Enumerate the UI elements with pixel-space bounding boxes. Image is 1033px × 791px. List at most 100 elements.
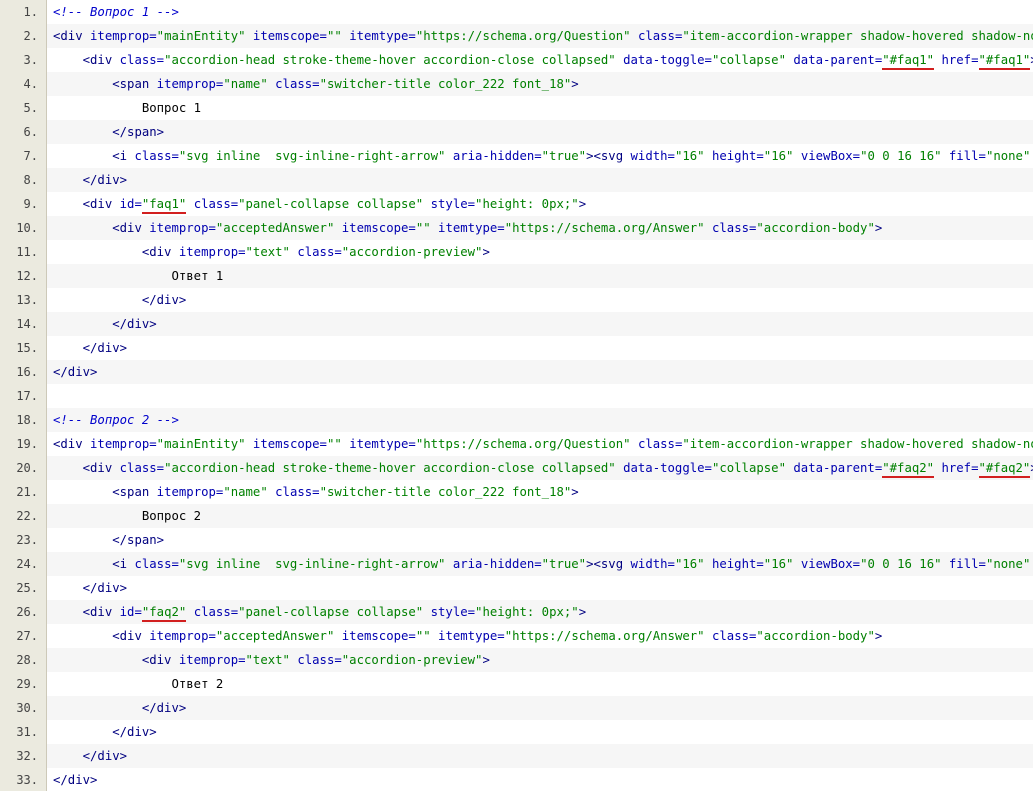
- html-tag: <i: [112, 149, 128, 163]
- attribute-name: aria-hidden=: [452, 149, 542, 163]
- line-content: </div>: [47, 168, 1033, 192]
- text-node: [112, 197, 119, 211]
- text-node: [793, 149, 800, 163]
- code-line: 6. </span>: [0, 120, 1033, 144]
- code-listing: 1. <!-- Вопрос 1 --> 2. <div itemprop="main…: [0, 0, 1033, 791]
- text-node: [445, 149, 452, 163]
- highlighted-value: "#faq1": [978, 53, 1031, 70]
- line-content: </span>: [47, 528, 1033, 552]
- code-line: 21. <span itemprop="name" class="switche…: [0, 480, 1033, 504]
- comment: <!-- Вопрос 1 -->: [53, 5, 179, 19]
- line-number: 14.: [16, 317, 38, 331]
- attribute-name: class=: [193, 197, 239, 211]
- line-content: <div id="faq2" class="panel-collapse col…: [47, 600, 1033, 624]
- code-line: 18. <!-- Вопрос 2 -->: [0, 408, 1033, 432]
- html-tag: </div>: [82, 749, 128, 763]
- line-number: 17.: [16, 389, 38, 403]
- html-tag: <div: [112, 221, 142, 235]
- line-content: <i class="svg inline svg-inline-right-ar…: [47, 552, 1033, 576]
- html-tag: ><svg: [586, 149, 624, 163]
- line-number: 26.: [16, 605, 38, 619]
- text-node: Ответ 2: [171, 677, 224, 691]
- attribute-name: fill=: [948, 557, 986, 571]
- code-line: 25. </div>: [0, 576, 1033, 600]
- line-number: 2.: [23, 29, 38, 43]
- attribute-value: "https://schema.org/Question": [415, 29, 631, 43]
- html-tag: </span>: [112, 125, 165, 139]
- line-content: <span itemprop="name" class="switcher-ti…: [47, 72, 1033, 96]
- line-number: 23.: [16, 533, 38, 547]
- code-line: 20. <div class="accordion-head stroke-th…: [0, 456, 1033, 480]
- code-viewer: 1. <!-- Вопрос 1 --> 2. <div itemprop="main…: [0, 0, 1033, 791]
- line-number: 16.: [16, 365, 38, 379]
- attribute-name: class=: [119, 53, 165, 67]
- attribute-name: data-parent=: [793, 461, 883, 475]
- attribute-value: "0 0 16 16": [860, 557, 942, 571]
- attribute-name: itemprop=: [178, 653, 246, 667]
- attribute-value: "name": [223, 77, 268, 91]
- attribute-name: viewBox=: [800, 557, 861, 571]
- attribute-name: id=: [119, 605, 142, 619]
- html-tag: <div: [82, 53, 113, 67]
- text-node: [431, 629, 438, 643]
- attribute-value: "text": [245, 245, 290, 259]
- line-content: Ответ 2: [47, 672, 1033, 696]
- attribute-name: class=: [193, 605, 239, 619]
- attribute-value: "mainEntity": [156, 29, 246, 43]
- attribute-name: data-toggle=: [623, 53, 712, 67]
- attribute-value: "0 0 16 16": [860, 149, 942, 163]
- code-line: 8. </div>: [0, 168, 1033, 192]
- attribute-name: height=: [711, 557, 764, 571]
- html-tag: <div: [82, 605, 113, 619]
- attribute-value: "svg inline svg-inline-right-arrow": [178, 557, 446, 571]
- attribute-value: "": [326, 29, 342, 43]
- line-content: </div>: [47, 576, 1033, 600]
- line-number: 22.: [16, 509, 38, 523]
- line-content: <div id="faq1" class="panel-collapse col…: [47, 192, 1033, 216]
- html-tag: <div: [141, 653, 172, 667]
- text-node: [112, 605, 119, 619]
- attribute-value: "mainEntity": [156, 437, 246, 451]
- code-line: 2. <div itemprop="mainEntity" itemscope="…: [0, 24, 1033, 48]
- attribute-name: itemprop=: [149, 629, 216, 643]
- attribute-value: "item-accordion-wrapper shadow-hovered s…: [682, 29, 1033, 43]
- line-content: [47, 384, 1033, 408]
- comment: <!-- Вопрос 2 -->: [53, 413, 179, 427]
- html-tag: </div>: [112, 725, 157, 739]
- text-node: [942, 149, 949, 163]
- attribute-name: itemprop=: [90, 29, 157, 43]
- line-number: 1.: [23, 5, 38, 19]
- attribute-name: itemscope=: [341, 629, 416, 643]
- text-node: [942, 557, 949, 571]
- line-content: <div itemprop="acceptedAnswer" itemscope…: [47, 216, 1033, 240]
- attribute-value: "https://schema.org/Answer": [504, 629, 705, 643]
- highlighted-value: "faq2": [141, 605, 187, 622]
- line-number: 31.: [16, 725, 38, 739]
- attribute-name: data-toggle=: [623, 461, 712, 475]
- code-line: 13. </div>: [0, 288, 1033, 312]
- line-number: 24.: [16, 557, 38, 571]
- line-number: 27.: [16, 629, 38, 643]
- highlighted-value: "#faq2": [882, 461, 935, 478]
- html-tag: >: [874, 221, 883, 235]
- html-tag: <div: [53, 29, 83, 43]
- attribute-name: itemtype=: [438, 221, 505, 235]
- html-tag: >: [482, 653, 490, 667]
- attribute-name: class=: [134, 149, 179, 163]
- text-node: [705, 149, 712, 163]
- attribute-value: "16": [763, 557, 794, 571]
- text-node: [171, 245, 178, 259]
- html-tag: <div: [141, 245, 172, 259]
- line-number: 15.: [16, 341, 38, 355]
